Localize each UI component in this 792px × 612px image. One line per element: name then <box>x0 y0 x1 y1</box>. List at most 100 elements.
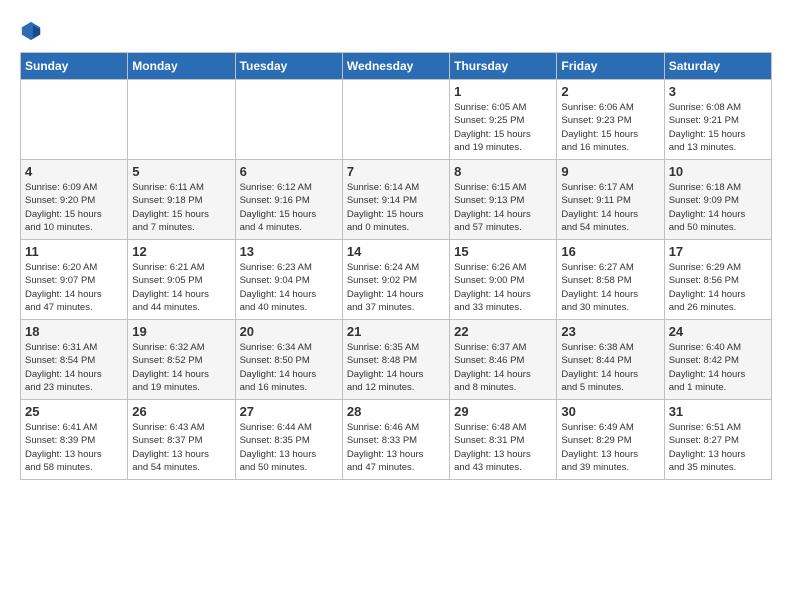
day-number: 19 <box>132 324 230 339</box>
day-number: 21 <box>347 324 445 339</box>
day-info: Sunrise: 6:15 AM Sunset: 9:13 PM Dayligh… <box>454 181 552 234</box>
day-number: 11 <box>25 244 123 259</box>
day-info: Sunrise: 6:44 AM Sunset: 8:35 PM Dayligh… <box>240 421 338 474</box>
day-info: Sunrise: 6:40 AM Sunset: 8:42 PM Dayligh… <box>669 341 767 394</box>
day-info: Sunrise: 6:17 AM Sunset: 9:11 PM Dayligh… <box>561 181 659 234</box>
calendar-week-row: 18Sunrise: 6:31 AM Sunset: 8:54 PM Dayli… <box>21 320 772 400</box>
day-info: Sunrise: 6:29 AM Sunset: 8:56 PM Dayligh… <box>669 261 767 314</box>
calendar-cell <box>235 80 342 160</box>
day-number: 4 <box>25 164 123 179</box>
day-number: 30 <box>561 404 659 419</box>
calendar-week-row: 11 Sunrise: 6:20 AM Sunset: 9:07 PM Dayli… <box>21 240 772 320</box>
day-info: Sunrise: 6:20 AM Sunset: 9:07 PM Dayligh… <box>25 261 123 314</box>
calendar-week-row: 4 Sunrise: 6:09 AM Sunset: 9:20 PM Daylig… <box>21 160 772 240</box>
calendar-cell: 29 Sunrise: 6:48 AM Sunset: 8:31 PM Dayli… <box>450 400 557 480</box>
weekday-header: Friday <box>557 53 664 80</box>
calendar-cell: 4 Sunrise: 6:09 AM Sunset: 9:20 PM Daylig… <box>21 160 128 240</box>
calendar-cell: 5 Sunrise: 6:11 AM Sunset: 9:18 PM Daylig… <box>128 160 235 240</box>
day-info: Sunrise: 6:32 AM Sunset: 8:52 PM Dayligh… <box>132 341 230 394</box>
day-number: 28 <box>347 404 445 419</box>
calendar-cell: 14Sunrise: 6:24 AM Sunset: 9:02 PM Dayli… <box>342 240 449 320</box>
calendar-cell: 15 Sunrise: 6:26 AM Sunset: 9:00 PM Dayli… <box>450 240 557 320</box>
day-number: 20 <box>240 324 338 339</box>
calendar-cell: 22 Sunrise: 6:37 AM Sunset: 8:46 PM Dayli… <box>450 320 557 400</box>
weekday-header: Tuesday <box>235 53 342 80</box>
calendar-cell <box>342 80 449 160</box>
day-info: Sunrise: 6:21 AM Sunset: 9:05 PM Dayligh… <box>132 261 230 314</box>
day-number: 18 <box>25 324 123 339</box>
calendar-cell: 7 Sunrise: 6:14 AM Sunset: 9:14 PM Daylig… <box>342 160 449 240</box>
weekday-header-row: SundayMondayTuesdayWednesdayThursdayFrid… <box>21 53 772 80</box>
calendar-cell: 3Sunrise: 6:08 AM Sunset: 9:21 PM Daylig… <box>664 80 771 160</box>
calendar-cell: 26Sunrise: 6:43 AM Sunset: 8:37 PM Dayli… <box>128 400 235 480</box>
day-number: 9 <box>561 164 659 179</box>
day-number: 16 <box>561 244 659 259</box>
calendar-cell: 16 Sunrise: 6:27 AM Sunset: 8:58 PM Dayli… <box>557 240 664 320</box>
calendar-cell: 28 Sunrise: 6:46 AM Sunset: 8:33 PM Dayli… <box>342 400 449 480</box>
day-info: Sunrise: 6:34 AM Sunset: 8:50 PM Dayligh… <box>240 341 338 394</box>
calendar-table: SundayMondayTuesdayWednesdayThursdayFrid… <box>20 52 772 480</box>
calendar-cell: 11 Sunrise: 6:20 AM Sunset: 9:07 PM Dayli… <box>21 240 128 320</box>
calendar-cell: 17 Sunrise: 6:29 AM Sunset: 8:56 PM Dayli… <box>664 240 771 320</box>
calendar-cell: 19 Sunrise: 6:32 AM Sunset: 8:52 PM Dayli… <box>128 320 235 400</box>
day-number: 29 <box>454 404 552 419</box>
day-info: Sunrise: 6:12 AM Sunset: 9:16 PM Dayligh… <box>240 181 338 234</box>
day-info: Sunrise: 6:11 AM Sunset: 9:18 PM Dayligh… <box>132 181 230 234</box>
weekday-header: Wednesday <box>342 53 449 80</box>
calendar-cell: 24 Sunrise: 6:40 AM Sunset: 8:42 PM Dayli… <box>664 320 771 400</box>
calendar-cell <box>21 80 128 160</box>
day-number: 17 <box>669 244 767 259</box>
weekday-header: Monday <box>128 53 235 80</box>
day-number: 15 <box>454 244 552 259</box>
day-number: 14 <box>347 244 445 259</box>
calendar-cell: 2 Sunrise: 6:06 AM Sunset: 9:23 PM Daylig… <box>557 80 664 160</box>
day-number: 8 <box>454 164 552 179</box>
day-info: Sunrise: 6:37 AM Sunset: 8:46 PM Dayligh… <box>454 341 552 394</box>
day-info: Sunrise: 6:49 AM Sunset: 8:29 PM Dayligh… <box>561 421 659 474</box>
weekday-header: Sunday <box>21 53 128 80</box>
day-info: Sunrise: 6:14 AM Sunset: 9:14 PM Dayligh… <box>347 181 445 234</box>
page-header <box>20 20 772 42</box>
day-number: 13 <box>240 244 338 259</box>
day-info: Sunrise: 6:18 AM Sunset: 9:09 PM Dayligh… <box>669 181 767 234</box>
calendar-cell: 27 Sunrise: 6:44 AM Sunset: 8:35 PM Dayli… <box>235 400 342 480</box>
calendar-cell: 31 Sunrise: 6:51 AM Sunset: 8:27 PM Dayli… <box>664 400 771 480</box>
day-number: 3 <box>669 84 767 99</box>
calendar-cell: 25 Sunrise: 6:41 AM Sunset: 8:39 PM Dayli… <box>21 400 128 480</box>
day-info: Sunrise: 6:48 AM Sunset: 8:31 PM Dayligh… <box>454 421 552 474</box>
calendar-cell: 21 Sunrise: 6:35 AM Sunset: 8:48 PM Dayli… <box>342 320 449 400</box>
day-number: 24 <box>669 324 767 339</box>
calendar-week-row: 1Sunrise: 6:05 AM Sunset: 9:25 PM Daylig… <box>21 80 772 160</box>
day-info: Sunrise: 6:41 AM Sunset: 8:39 PM Dayligh… <box>25 421 123 474</box>
day-number: 5 <box>132 164 230 179</box>
day-number: 7 <box>347 164 445 179</box>
day-info: Sunrise: 6:27 AM Sunset: 8:58 PM Dayligh… <box>561 261 659 314</box>
calendar-cell: 20 Sunrise: 6:34 AM Sunset: 8:50 PM Dayli… <box>235 320 342 400</box>
day-number: 26 <box>132 404 230 419</box>
calendar-cell: 6 Sunrise: 6:12 AM Sunset: 9:16 PM Daylig… <box>235 160 342 240</box>
day-number: 31 <box>669 404 767 419</box>
day-info: Sunrise: 6:06 AM Sunset: 9:23 PM Dayligh… <box>561 101 659 154</box>
day-info: Sunrise: 6:05 AM Sunset: 9:25 PM Dayligh… <box>454 101 552 154</box>
day-number: 22 <box>454 324 552 339</box>
generalblue-logo-icon <box>20 20 42 42</box>
day-info: Sunrise: 6:26 AM Sunset: 9:00 PM Dayligh… <box>454 261 552 314</box>
day-info: Sunrise: 6:09 AM Sunset: 9:20 PM Dayligh… <box>25 181 123 234</box>
calendar-cell: 30 Sunrise: 6:49 AM Sunset: 8:29 PM Dayli… <box>557 400 664 480</box>
weekday-header: Saturday <box>664 53 771 80</box>
day-info: Sunrise: 6:51 AM Sunset: 8:27 PM Dayligh… <box>669 421 767 474</box>
day-number: 23 <box>561 324 659 339</box>
day-number: 12 <box>132 244 230 259</box>
calendar-cell: 13 Sunrise: 6:23 AM Sunset: 9:04 PM Dayli… <box>235 240 342 320</box>
day-number: 25 <box>25 404 123 419</box>
day-info: Sunrise: 6:46 AM Sunset: 8:33 PM Dayligh… <box>347 421 445 474</box>
day-number: 2 <box>561 84 659 99</box>
day-info: Sunrise: 6:35 AM Sunset: 8:48 PM Dayligh… <box>347 341 445 394</box>
day-info: Sunrise: 6:23 AM Sunset: 9:04 PM Dayligh… <box>240 261 338 314</box>
calendar-cell: 1Sunrise: 6:05 AM Sunset: 9:25 PM Daylig… <box>450 80 557 160</box>
logo <box>20 20 46 42</box>
day-number: 27 <box>240 404 338 419</box>
calendar-cell: 23Sunrise: 6:38 AM Sunset: 8:44 PM Dayli… <box>557 320 664 400</box>
calendar-cell: 9 Sunrise: 6:17 AM Sunset: 9:11 PM Daylig… <box>557 160 664 240</box>
day-number: 6 <box>240 164 338 179</box>
